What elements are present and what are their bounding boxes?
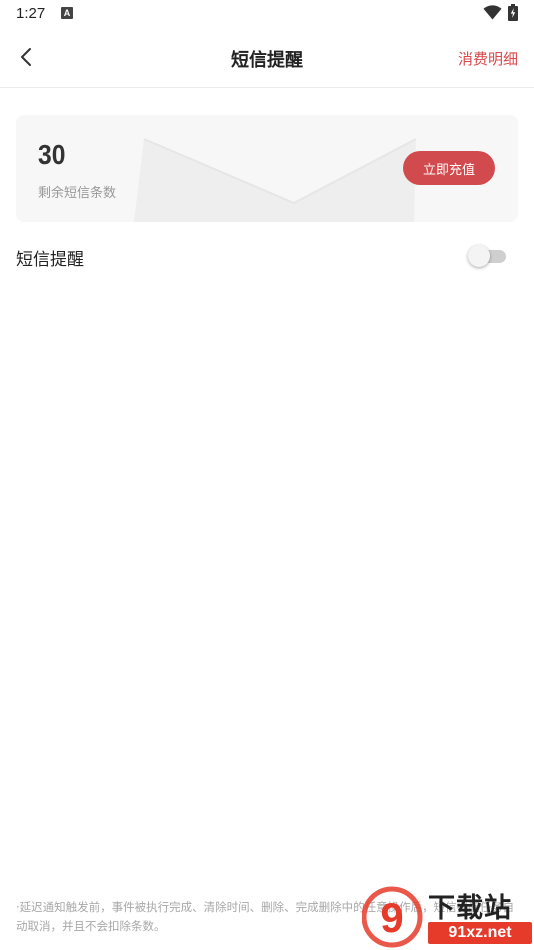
consumption-details-link[interactable]: 消费明细 xyxy=(458,48,518,69)
battery-charging-icon xyxy=(508,4,518,21)
svg-text:9: 9 xyxy=(380,894,403,941)
page-title: 短信提醒 xyxy=(231,50,303,71)
remaining-sms-count: 30 xyxy=(38,139,66,170)
watermark-brand: 下载站 xyxy=(428,893,512,924)
recharge-button[interactable]: 立即充值 xyxy=(403,151,495,185)
watermark-site: 91xz.net xyxy=(428,922,532,944)
sms-reminder-row: 短信提醒 xyxy=(0,236,534,276)
91xz-logo-icon: 9 xyxy=(362,886,423,948)
nav-bar: 短信提醒 消费明细 xyxy=(0,30,534,88)
sms-reminder-label: 短信提醒 xyxy=(16,250,84,270)
watermark: 9 下载站 91xz.net xyxy=(362,884,534,950)
notification-a-icon: A xyxy=(61,7,73,19)
sms-reminder-toggle[interactable] xyxy=(468,245,508,267)
sms-balance-card: 30 剩余短信条数 立即充值 xyxy=(16,115,518,222)
status-time: 1:27 xyxy=(16,5,46,22)
remaining-sms-label: 剩余短信条数 xyxy=(38,186,117,201)
status-bar: 1:27 A xyxy=(0,0,534,28)
wifi-icon xyxy=(483,5,502,20)
toggle-knob xyxy=(468,245,490,267)
